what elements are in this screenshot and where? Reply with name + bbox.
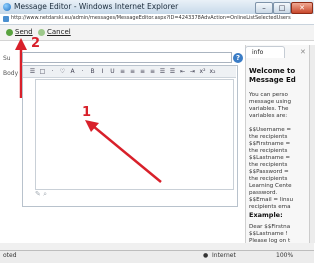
window-title: Message Editor - Windows Internet Explor… [14,2,179,11]
editor-tool-icon[interactable]: x₂ [209,68,216,75]
close-button[interactable]: ✕ [291,2,313,14]
body-label: Body [3,70,19,77]
editor-tool-icon[interactable]: ≡ [139,68,146,75]
status-text: oted [3,252,17,259]
editor-footer-icons[interactable]: ✎ ⌕ [35,190,47,199]
example-heading: Example: [249,211,283,219]
info-line: $$Password = [249,169,289,175]
editor-tool-icon[interactable]: ⇥ [189,68,196,75]
info-tab[interactable]: info [245,46,285,58]
globe-icon: ● [203,252,209,259]
editor-toolbar: ☰ □ · ♡ A · B I U ≡ ≡ ≡ ≡ ☰ ☰ ⇤ ⇥ x² x₂ [23,66,236,78]
info-line: $$Lastname = [249,155,291,161]
editor-tool-icon[interactable]: ☰ [29,68,36,75]
status-bar [0,250,314,263]
info-line: $$Email = linsu [249,197,293,203]
info-line: variables are: [249,113,288,119]
maximize-button[interactable]: □ [273,2,291,14]
info-line: password. [249,190,278,196]
zone-label: Internet [212,252,236,259]
send-label: Send [15,28,33,36]
info-line: the recipients [249,134,288,140]
info-heading-2: Message Ed [249,76,296,84]
info-line: $$Firstname = [249,141,291,147]
editor-tool-icon[interactable]: U [109,68,116,75]
info-line: the recipients [249,176,288,182]
editor-tool-icon[interactable]: x² [199,68,206,75]
info-line: recipients ema [249,204,291,210]
editor-tool-icon[interactable]: ⇤ [179,68,186,75]
editor-tool-icon[interactable]: □ [39,68,46,75]
ie-icon [3,3,11,11]
info-line: Learning Cente [249,183,292,189]
editor-tool-icon[interactable]: I [99,68,106,75]
cancel-button[interactable]: Cancel [38,28,71,37]
editor-tool-icon[interactable]: ☰ [169,68,176,75]
subject-input[interactable] [22,52,232,63]
info-line: the recipients [249,148,288,154]
editor-tool-icon[interactable]: ≡ [129,68,136,75]
info-line: variables. The [249,106,289,112]
help-icon[interactable]: ? [233,53,243,63]
editor-tool-icon[interactable]: B [89,68,96,75]
editor-tool-icon[interactable]: ♡ [59,68,66,75]
editor-tool-icon[interactable]: · [49,68,56,75]
send-button[interactable]: Send [6,28,33,37]
editor-tool-icon[interactable]: A [69,68,76,75]
info-close-icon[interactable]: ✕ [300,48,306,56]
info-line: $$Username = [249,127,292,133]
page-icon [3,16,9,22]
address-url[interactable]: http://www.netdarski.eu/admin/messages/M… [11,15,291,21]
send-icon [6,29,13,36]
editor-tool-icon[interactable]: · [79,68,86,75]
subject-label: Su [3,55,11,62]
info-line: message using [249,99,292,105]
annotation-marker-2: 2 [31,36,41,51]
vertical-scrollbar[interactable] [309,45,315,243]
example-line: Dear $$Firstna [249,224,291,230]
info-line: the recipients [249,162,288,168]
editor-tool-icon[interactable]: ≡ [149,68,156,75]
editor-tool-icon[interactable]: ☰ [159,68,166,75]
cancel-label: Cancel [47,28,71,36]
cancel-icon [38,29,45,36]
minimize-button[interactable]: – [255,2,273,14]
editor-tool-icon[interactable]: ≡ [119,68,126,75]
zoom-level[interactable]: 100% [276,252,293,259]
annotation-arrow-1 [85,120,162,183]
example-line: $$Lastname ! [249,231,288,237]
info-heading-1: Welcome to [249,67,296,75]
info-line: You can perso [249,92,288,98]
